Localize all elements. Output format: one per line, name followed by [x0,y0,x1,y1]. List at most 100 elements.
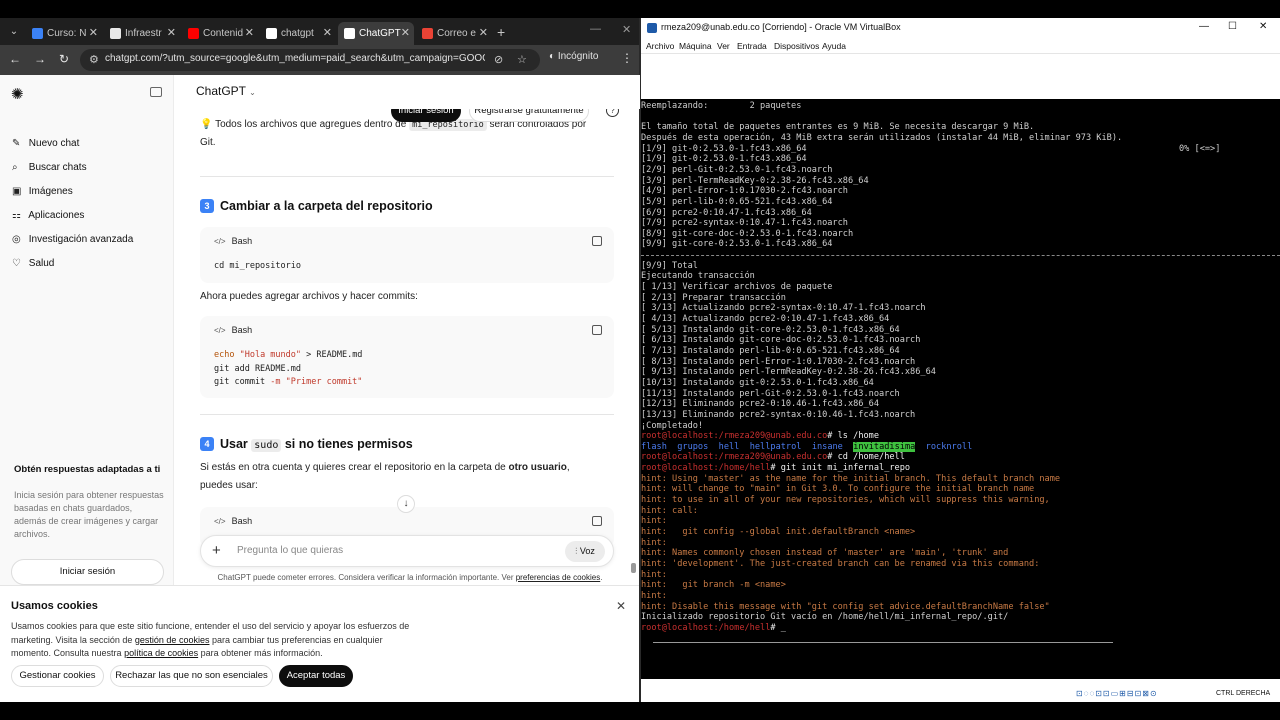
promo-title: Obtén respuestas adaptadas a ti [14,464,161,475]
copy-icon[interactable] [592,516,602,526]
favicon-icon [344,28,355,39]
terminal-line: [ 2/13] Preparar transacción [641,292,786,303]
back-icon[interactable]: ← [7,52,23,66]
terminal-line: [12/13] Eliminando pcre2-0:10.46-1.fc43.… [641,399,879,410]
minimize-icon[interactable]: — [590,23,601,35]
vbox-menu-item[interactable]: Dispositivos [774,41,819,51]
terminal-line: El tamaño total de paquetes entrantes es… [641,122,1035,133]
vbox-menu-item[interactable]: Máquina [679,41,712,51]
code-language-label: </> Bash [214,236,252,246]
sidebar-item-icon: ▣ [12,186,22,197]
paragraph-3-end: , [566,462,570,473]
copy-icon[interactable] [592,325,602,335]
terminal-prompt: root@localhost:/home/hell# _ [641,622,786,633]
code-block: </> Bash cd mi_repositorio [200,227,614,283]
sidebar-item-label: Imágenes [28,186,73,197]
browser-tab[interactable]: Infraestr ✕ [104,22,180,45]
vbox-menu-item[interactable]: Entrada [737,41,767,51]
bookmark-star-icon[interactable]: ☆ [517,53,527,66]
prompt-command: # ls /home [827,431,880,442]
git-hint-line: hint: Names commonly chosen instead of '… [641,548,1009,559]
close-window-icon[interactable]: ✕ [1259,21,1267,32]
minimize-icon[interactable]: — [1199,21,1209,32]
reject-cookies-button[interactable]: Rechazar las que no son esenciales [110,665,273,687]
close-tab-icon[interactable]: ✕ [89,22,98,45]
scroll-down-icon[interactable]: ↓ [397,495,415,513]
terminal-line: [9/9] Total [641,260,698,271]
new-tab-button[interactable]: + [497,22,505,42]
voice-button[interactable]: ⫶ Voz [565,541,605,562]
code-icon: </> [214,237,226,246]
device-status-icons[interactable]: ⊡◌◌⊡⊡▭⊞⊟⊡⊠⊙ [1076,689,1158,698]
sidebar-toggle-icon[interactable] [150,87,162,97]
composer[interactable]: + Pregunta lo que quieras ⫶ Voz [200,535,614,567]
page-scrollbar-thumb[interactable] [631,563,636,573]
chrome-menu-icon[interactable]: ⋮ [621,51,633,65]
code-token: > README.md [301,350,363,360]
cookie-preferences-link[interactable]: preferencias de cookies [516,573,601,582]
omnibox[interactable]: ⚙ chatgpt.com/?utm_source=google&utm_med… [80,49,540,71]
close-icon[interactable]: ✕ [616,599,626,613]
cookie-policy-link[interactable]: política de cookies [124,648,198,658]
tab-search-icon[interactable]: ⌄ [6,24,22,40]
manage-cookies-button[interactable]: Gestionar cookies [11,665,104,687]
heading-step-3-text: Cambiar a la carpeta del repositorio [220,199,433,213]
close-tab-icon[interactable]: ✕ [245,22,254,45]
url-text[interactable]: chatgpt.com/?utm_source=google&utm_mediu… [105,53,485,64]
accept-cookies-button[interactable]: Aceptar todas [279,665,353,687]
sidebar-item[interactable]: ✎ Nuevo chat [12,138,79,156]
vbox-menu-item[interactable]: Ver [717,41,730,51]
openai-logo-icon[interactable]: ✺ [11,85,24,103]
close-tab-icon[interactable]: ✕ [401,22,410,45]
incognito-indicator[interactable]: ◐ Incógnito [549,51,598,62]
close-window-icon[interactable]: ✕ [622,23,631,36]
dir-entry: hellpatrol [749,441,802,452]
sidebar-login-button[interactable]: Iniciar sesión [11,559,164,585]
disclaimer: ChatGPT puede cometer errores. Considera… [210,573,610,583]
disclaimer-text: ChatGPT puede cometer errores. Considera… [217,573,516,582]
vbox-menu-item[interactable]: Ayuda [822,41,846,51]
vbox-menu-item[interactable]: Archivo [646,41,674,51]
browser-tab[interactable]: Curso: N ✕ [26,22,102,45]
terminal-line: Después de esta operación, 43 MiB extra … [641,132,1123,143]
close-tab-icon[interactable]: ✕ [167,22,176,45]
sidebar-item-icon: ✎ [12,138,21,149]
sidebar-item-label: Investigación avanzada [28,234,134,245]
terminal-line: [ 8/13] Instalando perl-Error-1:0.17030-… [641,356,916,367]
cookie-management-link[interactable]: gestión de cookies [135,635,210,645]
sidebar-item[interactable]: ⚏ Aplicaciones [12,210,84,228]
tracking-protection-icon[interactable]: ⊘ [494,53,503,66]
terminal-hscrollbar[interactable] [653,641,1113,643]
vbox-menubar: Archivo Máquina Ver Entrada Dispositivos Ayud… [641,38,1280,54]
lightbulb-icon: 💡 [200,119,213,130]
browser-tab[interactable]: Correo e ✕ [416,22,492,45]
model-selector[interactable]: ChatGPT ⌄ [196,84,256,98]
site-info-icon[interactable]: ⚙ [89,53,99,66]
browser-tab[interactable]: chatgpt ✕ [260,22,336,45]
browser-tab[interactable]: Contenid ✕ [182,22,258,45]
sidebar-item[interactable]: ◎ Investigación avanzada [12,234,133,252]
composer-input[interactable]: Pregunta lo que quieras [237,545,343,556]
heading-step-4-text: Usar [220,437,252,451]
reload-icon[interactable]: ↻ [56,52,72,66]
forward-icon[interactable]: → [32,52,48,66]
heading-step-3: 3 Cambiar a la carpeta del repositorio [200,199,433,213]
vm-terminal[interactable]: Reemplazando: 2 paquetes El tamaño total … [641,99,1280,679]
copy-icon[interactable] [592,236,602,246]
plus-icon[interactable]: + [212,542,221,559]
sidebar-item[interactable]: ⌕ Buscar chats [12,162,87,180]
terminal-line: [ 3/13] Actualizando pcre2-syntax-0:10.4… [641,303,926,314]
disclaimer-end: . [600,573,603,582]
code-text: cd mi_repositorio [214,261,301,271]
close-tab-icon[interactable]: ✕ [323,22,332,45]
bottom-black-bar [0,702,1280,720]
sidebar-item[interactable]: ▣ Imágenes [12,186,73,204]
maximize-icon[interactable]: ☐ [1228,21,1237,32]
favicon-icon [266,28,277,39]
prompt-dir: /home/hell [718,463,771,474]
close-tab-icon[interactable]: ✕ [479,22,488,45]
browser-tab[interactable]: ChatGPT ✕ [338,22,414,45]
git-hint-line: hint: to use in all of your new reposito… [641,495,1050,506]
heading-step-4: 4 Usar sudo si no tienes permisos [200,437,413,452]
sidebar-item[interactable]: ♡ Salud [12,258,54,276]
